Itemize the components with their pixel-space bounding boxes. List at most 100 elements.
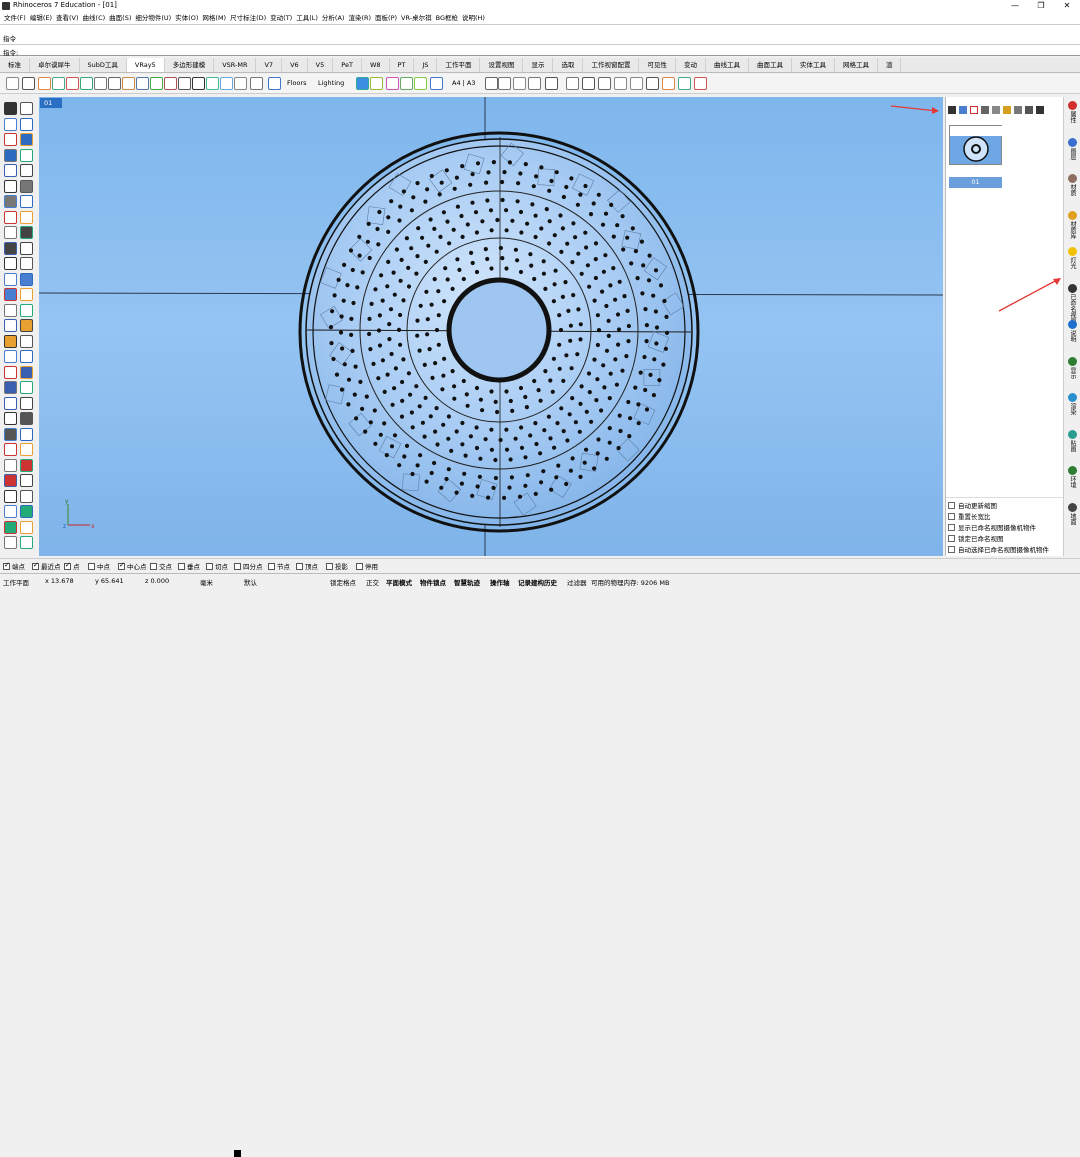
tool-icon[interactable] (4, 303, 17, 317)
panel-tab[interactable]: 图层 (1065, 137, 1080, 162)
tool-icon[interactable] (20, 443, 33, 456)
panel-tab[interactable]: 属性 (1065, 101, 1080, 125)
paper-size-label[interactable]: A4 | A3 (452, 79, 476, 87)
tool-icon[interactable] (20, 195, 33, 208)
toolbar-icon[interactable] (108, 77, 121, 90)
tool-icon[interactable] (20, 396, 33, 410)
tab[interactable]: V7 (256, 58, 283, 72)
layer-label[interactable]: 默认 (244, 577, 257, 587)
osnap-option[interactable]: 中点 (88, 561, 110, 571)
toolbar-icon[interactable] (545, 77, 558, 90)
tab[interactable]: PT (390, 58, 415, 72)
tool-icon[interactable] (20, 226, 33, 239)
tool-icon[interactable] (4, 443, 17, 456)
tool-icon[interactable] (4, 179, 17, 193)
tool-icon[interactable] (4, 520, 17, 534)
menu-item[interactable]: BG框枪 (436, 12, 458, 24)
named-view-tool-icon[interactable] (1003, 106, 1011, 114)
osnap-option[interactable]: 节点 (268, 561, 290, 571)
toolbar-icon[interactable] (192, 77, 205, 90)
tab[interactable]: 选取 (553, 58, 584, 72)
toolbar-icon[interactable] (80, 77, 93, 90)
tool-icon[interactable] (20, 179, 33, 193)
tool-icon[interactable] (4, 241, 17, 255)
osnap-option[interactable]: 顶点 (296, 561, 318, 571)
toolbar-icon[interactable] (414, 77, 427, 90)
toolbar-icon[interactable] (485, 77, 498, 90)
osnap-option[interactable]: 四分点 (234, 561, 263, 571)
toolbar-icon[interactable] (356, 77, 369, 90)
tab[interactable]: 网格工具 (835, 58, 878, 72)
tool-icon[interactable] (20, 319, 33, 332)
tool-icon[interactable] (20, 133, 33, 146)
maximize-button[interactable]: ❐ (1028, 0, 1054, 12)
menu-item[interactable]: 变动(T) (270, 12, 292, 24)
close-button[interactable]: ✕ (1054, 0, 1080, 12)
tool-icon[interactable] (4, 164, 17, 177)
tool-icon[interactable] (20, 288, 33, 301)
toolbar-icon[interactable] (220, 77, 233, 90)
tool-icon[interactable] (20, 210, 33, 224)
tool-icon[interactable] (4, 381, 17, 394)
tab[interactable]: 变动 (676, 58, 706, 72)
tab[interactable]: 渲 (878, 58, 902, 72)
tab[interactable]: SubD工具 (80, 58, 127, 72)
osnap-option[interactable]: 切点 (206, 561, 228, 571)
tab[interactable]: V5 (308, 58, 334, 72)
checkbox[interactable] (206, 563, 213, 570)
tab[interactable]: 卓尔谟犀牛 (30, 58, 80, 72)
toolbar-icon[interactable] (250, 77, 263, 90)
menu-item[interactable]: 网格(M) (202, 12, 226, 24)
named-view-tool-icon[interactable] (1025, 106, 1033, 114)
tool-icon[interactable] (20, 350, 33, 363)
tab[interactable]: 设置视图 (480, 58, 524, 72)
tab[interactable]: 曲线工具 (706, 58, 749, 72)
toolbar-icon[interactable] (22, 77, 35, 90)
tab[interactable]: 工作视窗配置 (583, 58, 640, 72)
panel-tab[interactable]: 贴图 (1065, 429, 1080, 454)
named-view-tool-icon[interactable] (992, 106, 1000, 114)
tool-icon[interactable] (20, 474, 33, 487)
tab[interactable]: 可见性 (639, 58, 676, 72)
tool-icon[interactable] (4, 272, 17, 286)
named-view-tool-icon[interactable] (948, 106, 956, 114)
checkbox[interactable] (150, 563, 157, 570)
menu-item[interactable]: 曲面(S) (109, 12, 131, 24)
checkbox[interactable] (118, 561, 125, 570)
panel-tab[interactable]: 环境 (1065, 466, 1080, 490)
panel-tab[interactable]: 显示 (1065, 356, 1080, 381)
checkbox[interactable] (296, 563, 303, 570)
checkbox[interactable] (268, 563, 275, 570)
checkbox[interactable] (356, 563, 363, 570)
view-option[interactable]: 自动更新缩图 (948, 500, 997, 510)
menu-item[interactable]: 实体(O) (175, 12, 198, 24)
toolbar-icon[interactable] (400, 77, 413, 90)
viewport-tab[interactable]: 01 (40, 98, 62, 108)
toolbar-icon[interactable] (386, 77, 399, 90)
tool-icon[interactable] (20, 412, 33, 425)
view-option[interactable]: 显示已命名视图摄像机物件 (948, 522, 1036, 532)
checkbox[interactable] (3, 561, 10, 570)
toolbar-icon[interactable] (94, 77, 107, 90)
tool-icon[interactable] (4, 195, 17, 208)
tool-icon[interactable] (4, 458, 17, 472)
osnap-option[interactable]: 投影 (326, 561, 348, 571)
toolbar-icon[interactable] (614, 77, 627, 90)
osnap-option[interactable]: 中心点 (118, 561, 147, 571)
tool-icon[interactable] (20, 489, 33, 503)
tool-icon[interactable] (20, 427, 33, 441)
toolbar-icon[interactable] (582, 77, 595, 90)
tool-icon[interactable] (4, 350, 17, 363)
lighting-label[interactable]: Lighting (318, 79, 344, 87)
tab[interactable]: VRay5 (126, 58, 165, 72)
menu-item[interactable]: 渲染(R) (348, 12, 371, 24)
panel-tab[interactable]: 材质 (1065, 174, 1080, 198)
floors-label[interactable]: Floors (287, 79, 307, 87)
toolbar-icon[interactable] (430, 77, 443, 90)
named-view-tool-icon[interactable] (981, 106, 989, 114)
toolbar-icon[interactable] (513, 77, 526, 90)
panel-tab[interactable]: 材质库 (1065, 210, 1080, 241)
toolbar-icon[interactable] (122, 77, 135, 90)
toolbar-icon[interactable] (234, 77, 247, 90)
tool-icon[interactable] (4, 536, 17, 549)
